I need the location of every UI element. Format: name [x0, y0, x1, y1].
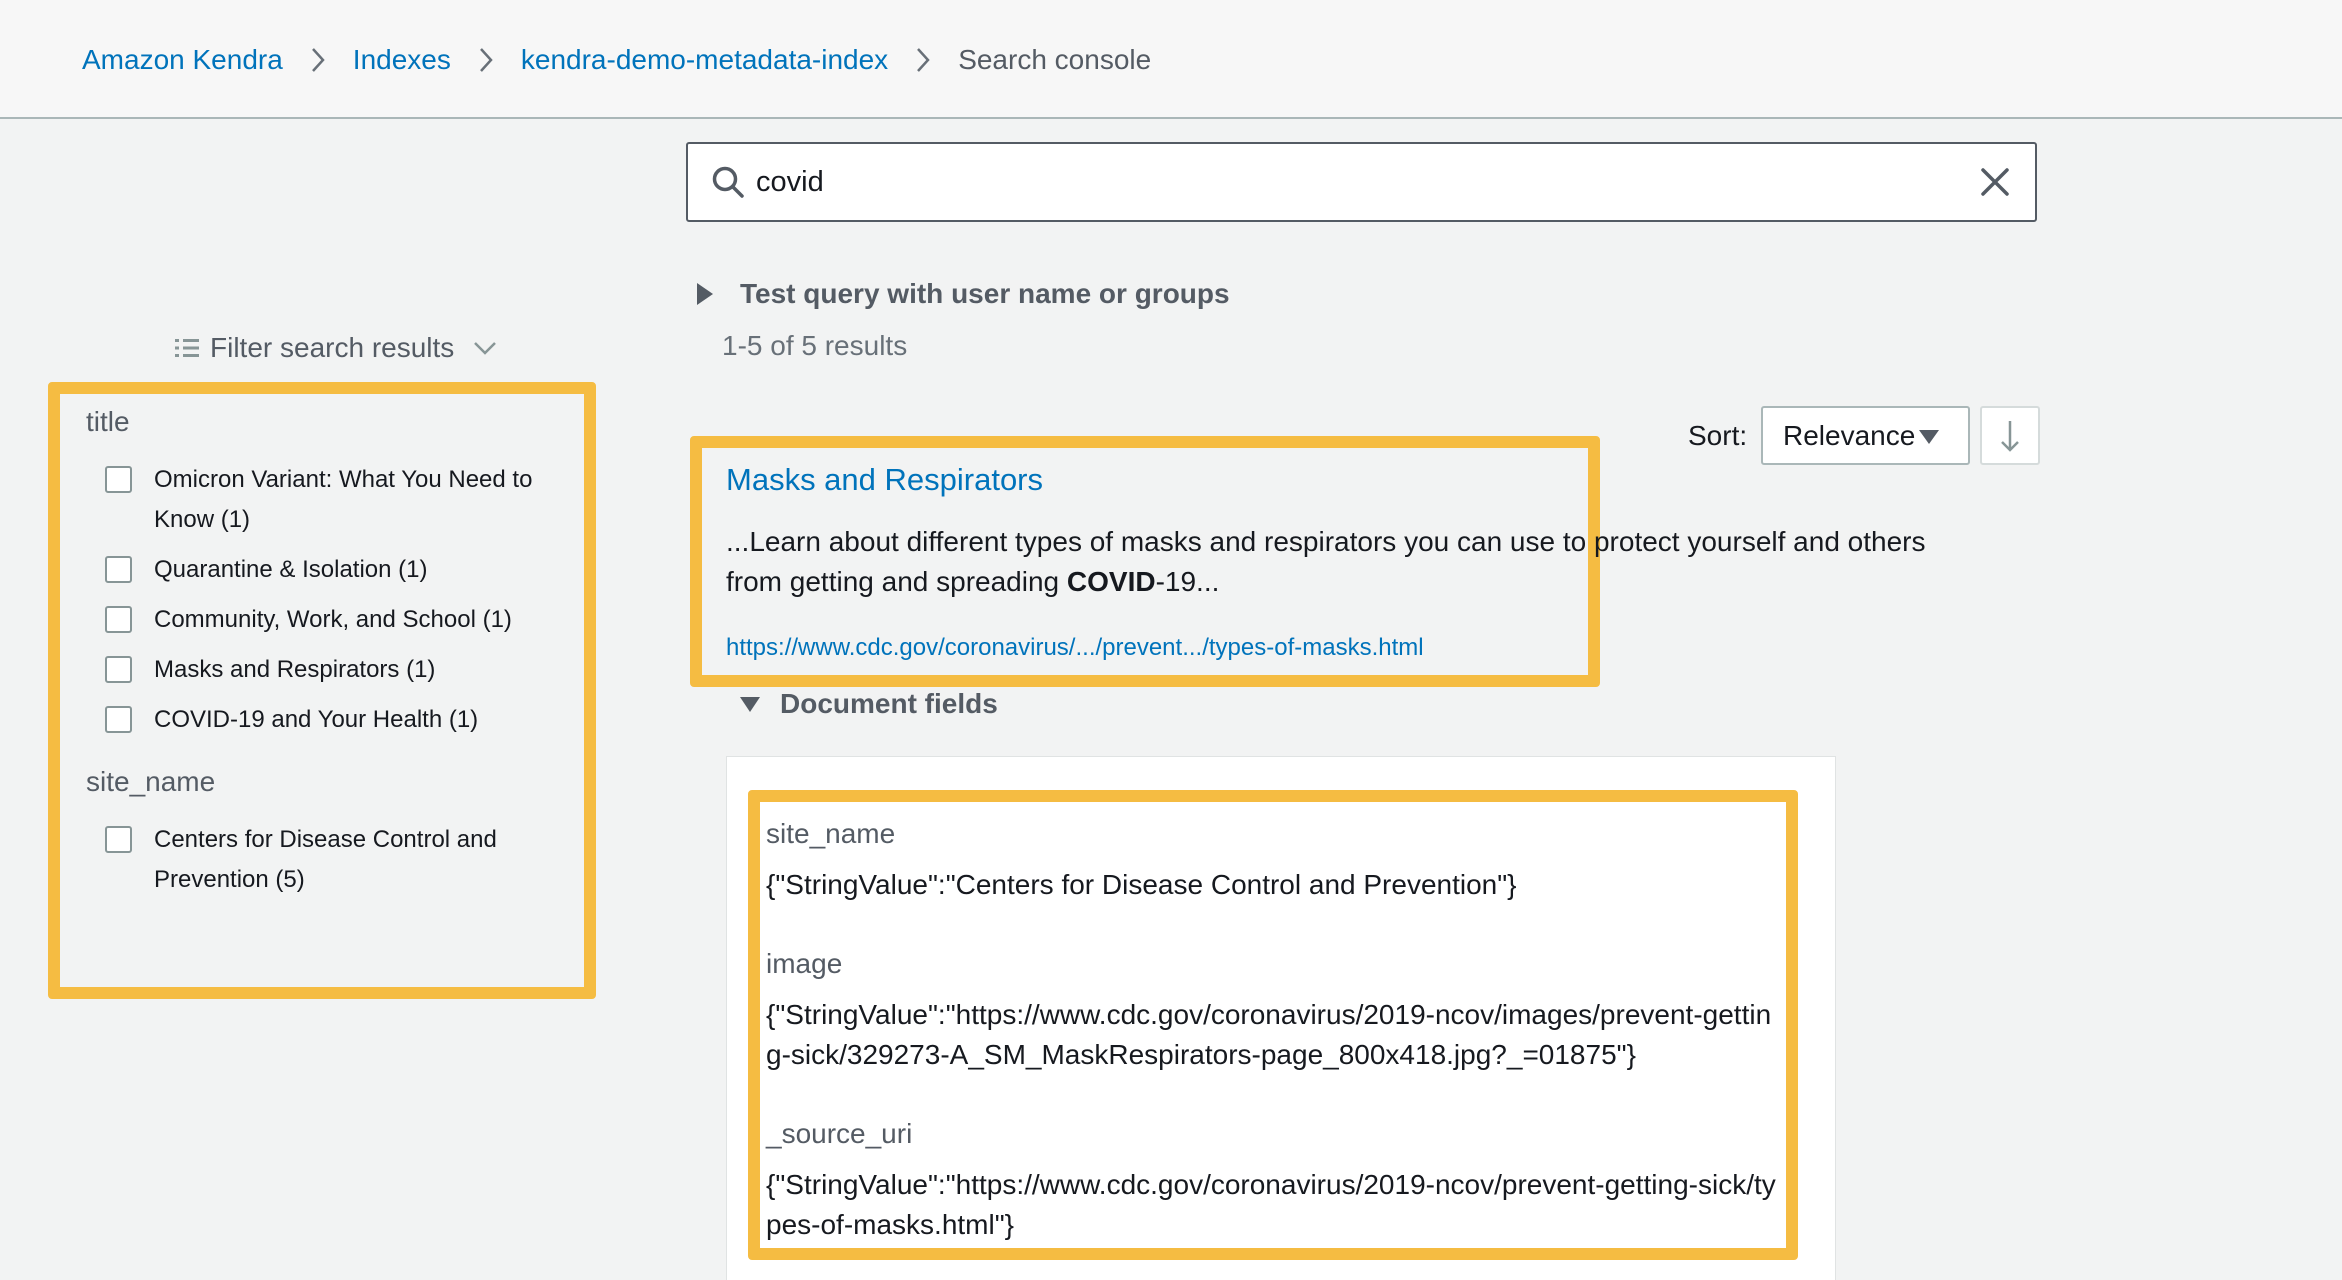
facet-checkbox[interactable] — [105, 466, 132, 493]
test-query-expander[interactable]: Test query with user name or groups — [694, 278, 1230, 310]
breadcrumb-index-name[interactable]: kendra-demo-metadata-index — [521, 44, 888, 76]
facet-option-label: Quarantine & Isolation (1) — [154, 556, 428, 583]
facet-checkbox[interactable] — [105, 606, 132, 633]
caret-right-icon — [697, 283, 713, 305]
sort-order-button[interactable] — [1980, 406, 2040, 465]
result-excerpt-text-end: -19... — [1155, 566, 1220, 597]
field-value: {"StringValue":"https://www.cdc.gov/coro… — [766, 999, 1772, 1070]
sort-select[interactable]: Relevance — [1761, 406, 1970, 465]
result-excerpt: ...Learn about different types of masks … — [726, 522, 1976, 602]
test-query-label: Test query with user name or groups — [740, 278, 1230, 309]
facet-option-label: Masks and Respirators (1) — [154, 656, 436, 683]
search-icon — [712, 166, 744, 198]
caret-down-icon — [740, 697, 760, 712]
facet-option-label: COVID-19 and Your Health (1) — [154, 706, 479, 733]
facet-title: title — [86, 406, 130, 437]
facet-option[interactable]: Quarantine & Isolation (1) — [105, 550, 565, 590]
result-excerpt-text: ...Learn about different types of masks … — [726, 526, 1926, 597]
breadcrumb-indexes[interactable]: Indexes — [353, 44, 451, 76]
facet-checkbox[interactable] — [105, 706, 132, 733]
search-console-page: Amazon Kendra Indexes kendra-demo-metada… — [0, 0, 2342, 1280]
result-title-link[interactable]: Masks and Respirators — [726, 462, 1043, 498]
sort-label: Sort: — [1688, 420, 1748, 451]
facet-site-name: site_name — [86, 766, 216, 797]
breadcrumb-amazon-kendra[interactable]: Amazon Kendra — [82, 44, 283, 76]
breadcrumb: Amazon Kendra Indexes kendra-demo-metada… — [82, 40, 1151, 80]
result-url-link[interactable]: https://www.cdc.gov/coronavirus/.../prev… — [726, 634, 1424, 662]
field-name: image — [766, 948, 843, 979]
search-bar — [686, 142, 2037, 222]
document-fields-label: Document fields — [780, 688, 998, 719]
caret-down-icon — [1919, 430, 1939, 444]
chevron-right-icon — [888, 46, 958, 74]
field-value: {"StringValue":"https://www.cdc.gov/coro… — [766, 1169, 1776, 1240]
arrow-down-icon — [2001, 420, 2019, 452]
filter-header-label: Filter search results — [210, 332, 455, 363]
close-icon[interactable] — [1977, 164, 2013, 200]
field-name: _source_uri — [766, 1118, 913, 1149]
facet-checkbox[interactable] — [105, 656, 132, 683]
chevron-right-icon — [451, 46, 521, 74]
chevron-down-icon — [474, 342, 497, 355]
facet-option[interactable]: COVID-19 and Your Health (1) — [105, 700, 565, 740]
filter-search-results-toggle[interactable]: Filter search results — [174, 332, 498, 364]
facet-checkbox[interactable] — [105, 556, 132, 583]
result-excerpt-highlight: COVID — [1066, 566, 1156, 597]
breadcrumb-current: Search console — [958, 44, 1152, 75]
page-header: Amazon Kendra Indexes kendra-demo-metada… — [0, 0, 2342, 119]
field-name: site_name — [766, 818, 896, 849]
facet-checkbox[interactable] — [105, 826, 132, 853]
facet-option[interactable]: Centers for Disease Control and Preventi… — [105, 820, 565, 900]
results-count: 1-5 of 5 results — [722, 330, 908, 361]
facet-option-label: Omicron Variant: What You Need to Know (… — [154, 466, 533, 533]
field-value: {"StringValue":"Centers for Disease Cont… — [766, 869, 1517, 900]
search-input[interactable] — [756, 158, 1936, 206]
list-icon — [175, 339, 199, 357]
document-fields-expander[interactable]: Document fields — [738, 688, 998, 720]
facet-option[interactable]: Masks and Respirators (1) — [105, 650, 565, 690]
facet-option-label: Community, Work, and School (1) — [154, 606, 512, 633]
chevron-right-icon — [283, 46, 353, 74]
facet-option-label: Centers for Disease Control and Preventi… — [154, 826, 497, 893]
facet-option[interactable]: Omicron Variant: What You Need to Know (… — [105, 460, 565, 540]
facet-option[interactable]: Community, Work, and School (1) — [105, 600, 565, 640]
sort-selected-value: Relevance — [1783, 419, 1916, 451]
